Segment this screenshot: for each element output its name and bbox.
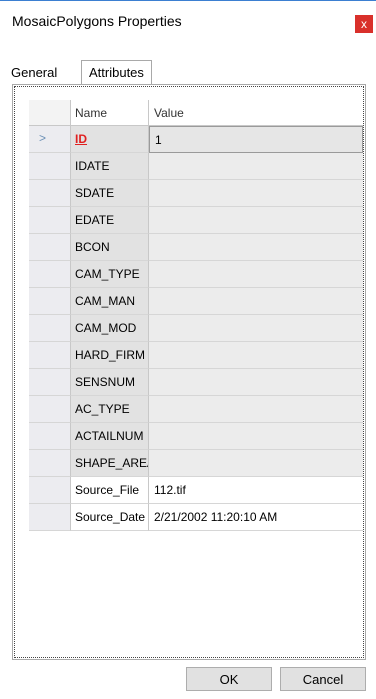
attribute-value[interactable]	[149, 423, 363, 450]
attribute-value[interactable]: 2/21/2002 11:20:10 AM	[149, 504, 363, 531]
grid-row[interactable]: IDATE	[15, 153, 363, 180]
attribute-value[interactable]	[149, 315, 363, 342]
current-row-indicator-icon: >	[39, 131, 47, 145]
attribute-name: ID	[71, 126, 149, 153]
grid-row[interactable]: CAM_TYPE	[15, 261, 363, 288]
grid-row[interactable]: SENSNUM	[15, 369, 363, 396]
column-header-value[interactable]: Value	[149, 100, 363, 126]
title-bar: MosaicPolygons Properties x	[0, 1, 376, 39]
attribute-value[interactable]: 112.tif	[149, 477, 363, 504]
attribute-name: CAM_MOD	[71, 315, 149, 342]
row-header[interactable]	[29, 450, 71, 477]
attribute-value[interactable]	[149, 261, 363, 288]
grid-row[interactable]: HARD_FIRM	[15, 342, 363, 369]
row-header[interactable]	[29, 153, 71, 180]
cancel-button[interactable]: Cancel	[280, 667, 366, 691]
attribute-value[interactable]	[149, 207, 363, 234]
attribute-value[interactable]	[149, 396, 363, 423]
attribute-name: CAM_TYPE	[71, 261, 149, 288]
grid-row[interactable]: ACTAILNUM	[15, 423, 363, 450]
row-header[interactable]	[29, 315, 71, 342]
attribute-name: EDATE	[71, 207, 149, 234]
attribute-name: Source_File	[71, 477, 149, 504]
row-header[interactable]	[29, 288, 71, 315]
tab-general[interactable]: General	[11, 62, 57, 84]
grid-header: Name Value	[15, 100, 363, 126]
row-header[interactable]	[29, 342, 71, 369]
row-header[interactable]	[29, 396, 71, 423]
row-header[interactable]	[29, 477, 71, 504]
close-icon[interactable]: x	[355, 15, 373, 33]
attribute-value[interactable]	[149, 342, 363, 369]
row-header[interactable]	[29, 234, 71, 261]
attribute-name: AC_TYPE	[71, 396, 149, 423]
attribute-name: CAM_MAN	[71, 288, 149, 315]
row-header[interactable]	[29, 504, 71, 531]
attribute-name: SDATE	[71, 180, 149, 207]
grid-row[interactable]: CAM_MOD	[15, 315, 363, 342]
grid-row[interactable]: SHAPE_AREA	[15, 450, 363, 477]
attribute-value[interactable]	[149, 450, 363, 477]
attribute-value[interactable]	[149, 153, 363, 180]
row-header[interactable]	[29, 369, 71, 396]
grid-row[interactable]: > ID 1	[15, 126, 363, 153]
window-title: MosaicPolygons Properties	[12, 13, 182, 29]
attribute-name: IDATE	[71, 153, 149, 180]
tab-attributes[interactable]: Attributes	[81, 60, 152, 85]
grid-row[interactable]: SDATE	[15, 180, 363, 207]
attribute-name: BCON	[71, 234, 149, 261]
attributes-grid[interactable]: Name Value > ID 1 IDATE SDATE EDATE BCON CAM_TY…	[14, 86, 364, 658]
grid-row[interactable]: BCON	[15, 234, 363, 261]
row-header[interactable]: >	[29, 126, 71, 153]
row-header[interactable]	[29, 180, 71, 207]
attribute-name: Source_Date	[71, 504, 149, 531]
attribute-value[interactable]: 1	[149, 126, 363, 153]
grid-row[interactable]: CAM_MAN	[15, 288, 363, 315]
attribute-name: SHAPE_AREA	[71, 450, 149, 477]
attribute-value[interactable]	[149, 234, 363, 261]
attribute-name: HARD_FIRM	[71, 342, 149, 369]
grid-row[interactable]: AC_TYPE	[15, 396, 363, 423]
ok-button[interactable]: OK	[186, 667, 272, 691]
attribute-value[interactable]	[149, 288, 363, 315]
row-header[interactable]	[29, 207, 71, 234]
grid-row[interactable]: Source_File 112.tif	[15, 477, 363, 504]
row-header[interactable]	[29, 261, 71, 288]
grid-row[interactable]: EDATE	[15, 207, 363, 234]
grid-row[interactable]: Source_Date 2/21/2002 11:20:10 AM	[15, 504, 363, 531]
attribute-name: SENSNUM	[71, 369, 149, 396]
attribute-value[interactable]	[149, 369, 363, 396]
row-header-corner	[29, 100, 71, 126]
column-header-name[interactable]: Name	[71, 100, 149, 126]
row-header[interactable]	[29, 423, 71, 450]
attribute-name: ACTAILNUM	[71, 423, 149, 450]
attribute-value[interactable]	[149, 180, 363, 207]
